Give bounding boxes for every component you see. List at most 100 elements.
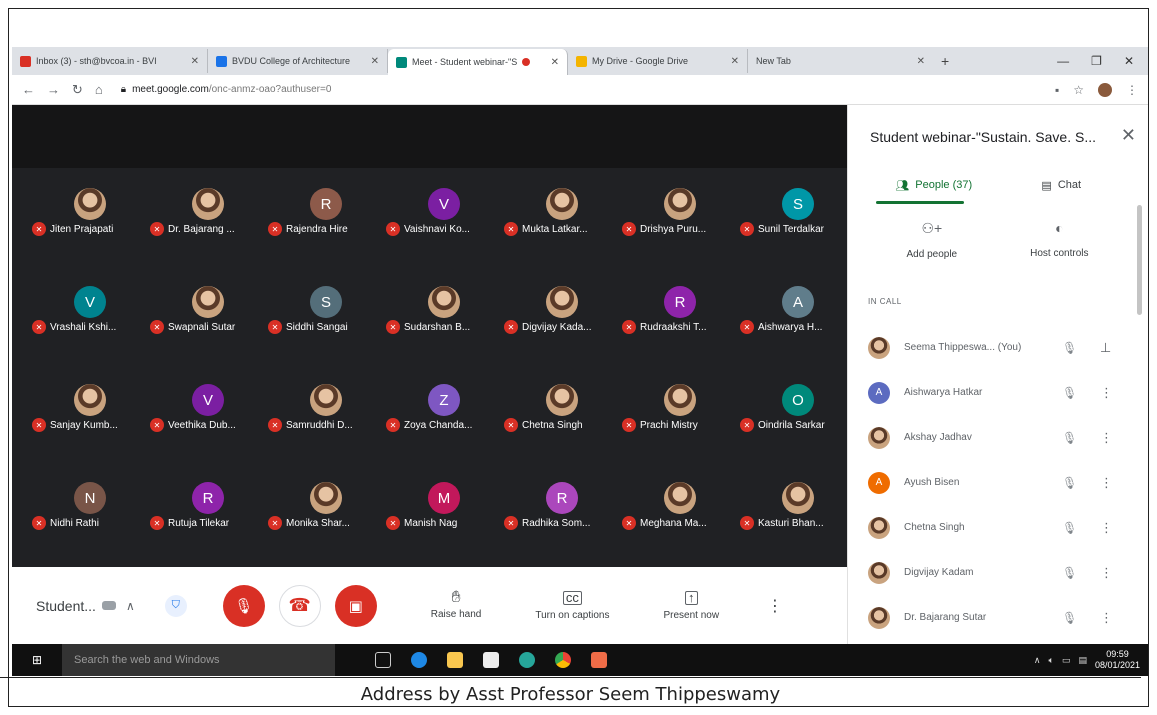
participant-tile[interactable]: ✕ Drishya Puru...	[622, 184, 738, 282]
participant-tile[interactable]: R ✕ Rajendra Hire	[268, 184, 384, 282]
more-options-icon[interactable]: ⋮	[1100, 565, 1113, 581]
home-icon[interactable]: ⌂	[95, 82, 103, 97]
mic-off-icon[interactable]: 🎙︎	[1062, 476, 1082, 490]
participant-tile[interactable]: ✕ Samruddhi D...	[268, 380, 384, 478]
participant-tile[interactable]: ✕ Swapnali Sutar	[150, 282, 266, 380]
participant-tile[interactable]: ✕ Sudarshan B...	[386, 282, 502, 380]
list-item[interactable]: Seema Thippeswa... (You) 🎙︎ ⊥	[868, 325, 1133, 370]
participant-tile[interactable]: A ✕ Aishwarya H...	[740, 282, 856, 380]
add-people-button[interactable]: ⚇+ Add people	[907, 220, 958, 260]
url-field[interactable]: 🔒︎ meet.google.com/onc-anmz-oao?authuser…	[121, 84, 332, 95]
participant-tile[interactable]: ✕ Chetna Singh	[504, 380, 620, 478]
more-options-icon[interactable]: ⋮	[1100, 430, 1113, 446]
network-icon[interactable]: ▭	[1062, 655, 1071, 666]
close-tab-icon[interactable]: ✕	[725, 56, 739, 67]
windows-start-icon[interactable]: ⊞	[12, 653, 62, 667]
participant-tile[interactable]: V ✕ Veethika Dub...	[150, 380, 266, 478]
tab-inbox[interactable]: Inbox (3) - sth@bvcoa.in - BVI ✕	[12, 49, 208, 73]
profile-avatar[interactable]	[1098, 82, 1112, 97]
edge-icon[interactable]	[411, 652, 427, 668]
leave-call-button[interactable]: ☎︎	[278, 584, 321, 627]
tab-drive[interactable]: My Drive - Google Drive ✕	[568, 49, 748, 73]
present-now-button[interactable]: ↑ Present now	[663, 590, 719, 621]
more-options-icon[interactable]: ⋮	[1100, 385, 1113, 401]
participant-tile[interactable]: ✕ Monika Shar...	[268, 478, 384, 576]
forward-icon[interactable]: →	[47, 82, 60, 97]
participant-tile[interactable]: V ✕ Vrashali Kshi...	[32, 282, 148, 380]
task-view-icon[interactable]	[375, 652, 391, 668]
bookmark-star-icon[interactable]: ☆	[1073, 83, 1084, 97]
tab-meet[interactable]: Meet - Student webinar-"S ✕	[388, 49, 568, 75]
browser-menu-icon[interactable]: ⋮	[1126, 83, 1138, 97]
participant-tile[interactable]: R ✕ Radhika Som...	[504, 478, 620, 576]
participant-tile[interactable]: M ✕ Manish Nag	[386, 478, 502, 576]
participant-tile[interactable]: ✕ Prachi Mistry	[622, 380, 738, 478]
more-options-icon[interactable]: ⋮	[1100, 475, 1113, 491]
mic-toggle-button[interactable]: 🎙︎	[222, 584, 265, 627]
participant-tile[interactable]: S ✕ Sunil Terdalkar	[740, 184, 856, 282]
participant-tile[interactable]: O ✕ Oindrila Sarkar	[740, 380, 856, 478]
restore-icon[interactable]: ❐	[1091, 54, 1102, 68]
more-options-icon[interactable]: ⋮	[767, 596, 783, 616]
list-item[interactable]: Akshay Jadhav 🎙︎ ⋮	[868, 415, 1133, 460]
list-item[interactable]: A Ayush Bisen 🎙︎ ⋮	[868, 460, 1133, 505]
captions-button[interactable]: cc Turn on captions	[535, 590, 609, 621]
tab-new[interactable]: New Tab ✕	[748, 49, 933, 73]
list-item[interactable]: Dr. Bajarang Sutar 🎙︎ ⋮	[868, 595, 1133, 640]
participant-tile[interactable]: S ✕ Siddhi Sangai	[268, 282, 384, 380]
participant-tile[interactable]: R ✕ Rudraakshi T...	[622, 282, 738, 380]
close-window-icon[interactable]: ✕	[1124, 54, 1134, 68]
notifications-icon[interactable]: ▤	[1078, 655, 1087, 666]
tray-chevron-icon[interactable]: ∧	[1034, 655, 1041, 666]
list-item[interactable]: Digvijay Kadam 🎙︎ ⋮	[868, 550, 1133, 595]
mic-off-icon[interactable]: 🎙︎	[1062, 611, 1082, 625]
list-item[interactable]: A Aishwarya Hatkar 🎙︎ ⋮	[868, 370, 1133, 415]
store-icon[interactable]	[483, 652, 499, 668]
close-tab-icon[interactable]: ✕	[545, 57, 559, 68]
minimize-icon[interactable]: —	[1057, 54, 1069, 68]
camera-indicator-icon[interactable]: ▪	[1055, 83, 1059, 97]
participant-tile[interactable]: ✕ Sanjay Kumb...	[32, 380, 148, 478]
host-controls-button[interactable]: ◐ Host controls	[1030, 220, 1088, 260]
list-item[interactable]: Chetna Singh 🎙︎ ⋮	[868, 505, 1133, 550]
volume-icon[interactable]: 🔈︎	[1049, 655, 1054, 666]
app-icon[interactable]	[519, 652, 535, 668]
tab-chat[interactable]: ▤ Chat	[998, 169, 1126, 201]
mic-off-icon[interactable]: 🎙︎	[1062, 566, 1082, 580]
participant-tile[interactable]: ✕ Jiten Prajapati	[32, 184, 148, 282]
participant-tile[interactable]: Z ✕ Zoya Chanda...	[386, 380, 502, 478]
shield-icon[interactable]: ⛉	[164, 594, 187, 617]
close-tab-icon[interactable]: ✕	[911, 56, 925, 67]
file-explorer-icon[interactable]	[447, 652, 463, 668]
close-panel-icon[interactable]: ✕	[1121, 125, 1136, 146]
mic-off-icon[interactable]: 🎙︎	[1062, 386, 1082, 400]
participant-tile[interactable]: ✕ Kasturi Bhan...	[740, 478, 856, 576]
tab-people[interactable]: 👥︎ People (37)	[870, 169, 998, 201]
reload-icon[interactable]: ↻	[72, 82, 83, 98]
pin-icon[interactable]: ⊥	[1100, 340, 1111, 356]
back-icon[interactable]: ←	[22, 82, 35, 97]
meeting-details-button[interactable]: Student... ∧	[36, 598, 135, 614]
close-tab-icon[interactable]: ✕	[185, 56, 199, 67]
mic-off-icon[interactable]: 🎙︎	[1062, 341, 1082, 355]
raise-hand-button[interactable]: ✋︎ Raise hand	[431, 589, 482, 620]
office-app-icon[interactable]	[591, 652, 607, 668]
participant-tile[interactable]: ✕ Dr. Bajarang ...	[150, 184, 266, 282]
mic-off-icon[interactable]: 🎙︎	[1062, 431, 1082, 445]
panel-scrollbar[interactable]	[1137, 205, 1142, 315]
taskbar-search[interactable]: Search the web and Windows	[62, 644, 335, 676]
more-options-icon[interactable]: ⋮	[1100, 520, 1113, 536]
participant-tile[interactable]: N ✕ Nidhi Rathi	[32, 478, 148, 576]
participant-tile[interactable]: V ✕ Vaishnavi Ko...	[386, 184, 502, 282]
participant-tile[interactable]: R ✕ Rutuja Tilekar	[150, 478, 266, 576]
tab-college[interactable]: BVDU College of Architecture ✕	[208, 49, 388, 73]
mic-off-icon[interactable]: 🎙︎	[1062, 521, 1082, 535]
participant-tile[interactable]: ✕ Mukta Latkar...	[504, 184, 620, 282]
close-tab-icon[interactable]: ✕	[365, 56, 379, 67]
new-tab-button[interactable]: +	[933, 53, 957, 69]
chrome-icon[interactable]	[555, 652, 571, 668]
participant-tile[interactable]: ✕ Meghana Ma...	[622, 478, 738, 576]
more-options-icon[interactable]: ⋮	[1100, 610, 1113, 626]
clock[interactable]: 09:59 08/01/2021	[1095, 649, 1140, 671]
participant-tile[interactable]: ✕ Digvijay Kada...	[504, 282, 620, 380]
